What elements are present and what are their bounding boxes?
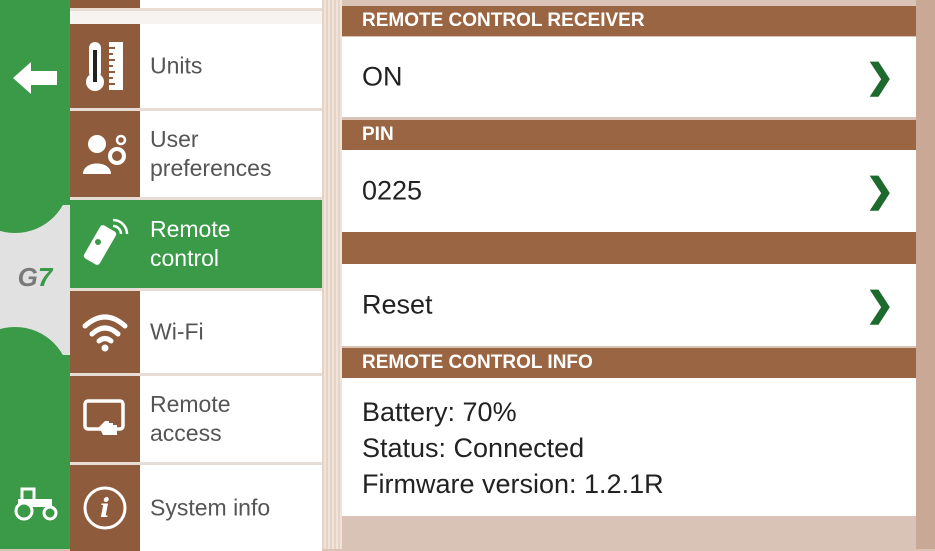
menu-label: Wi-Fi — [150, 318, 204, 345]
g7-logo: G7 — [6, 262, 64, 292]
menu-item-partial[interactable] — [70, 0, 322, 11]
chevron-right-icon: ❯ — [865, 58, 895, 96]
section-header-receiver: REMOTE CONTROL RECEIVER — [342, 6, 916, 36]
menu-icon-box — [70, 200, 140, 288]
menu-item-user-preferences[interactable]: User preferences — [70, 111, 322, 200]
thermometer-ruler-icon — [86, 42, 123, 91]
menu-icon-box — [70, 291, 140, 373]
logo-digit: 7 — [37, 262, 53, 292]
menu-label: User preferences — [150, 126, 272, 181]
back-button[interactable] — [6, 60, 64, 104]
reset-row[interactable]: Reset ❯ — [342, 264, 916, 346]
reset-label: Reset — [362, 289, 433, 320]
menu-item-wifi[interactable]: Wi-Fi — [70, 291, 322, 376]
menu-item-remote-control[interactable]: Remote control — [70, 200, 349, 291]
menu-item-system-info[interactable]: i System info — [70, 465, 322, 551]
remote-control-icon — [83, 218, 129, 265]
section-header-empty — [342, 232, 916, 264]
receiver-row[interactable]: ON ❯ — [342, 37, 916, 117]
chevron-right-icon: ❯ — [865, 286, 895, 324]
menu-icon-box — [70, 111, 140, 197]
menu-icon-box — [70, 24, 140, 108]
section-header-info: REMOTE CONTROL INFO — [342, 348, 916, 378]
menu-icon-box — [70, 0, 140, 8]
tablet-touch-icon — [83, 399, 125, 435]
menu-icon-box: i — [70, 465, 140, 551]
back-arrow-icon — [13, 62, 57, 94]
info-block: Battery: 70% Status: Connected Firmware … — [342, 378, 916, 516]
tractor-button[interactable] — [12, 485, 60, 521]
remote-control-panel: REMOTE CONTROL RECEIVER ON ❯ PIN 0225 ❯ … — [342, 0, 916, 549]
battery-text: Battery: 70% — [362, 397, 517, 427]
status-text: Status: Connected — [362, 433, 585, 463]
right-scroll-strip — [916, 0, 935, 549]
receiver-value: ON — [362, 61, 403, 92]
firmware-text: Firmware version: 1.2.1R — [362, 469, 664, 499]
chevron-right-icon: ❯ — [865, 172, 895, 210]
pin-value: 0225 — [362, 175, 423, 206]
menu-label: Remote access — [150, 391, 231, 446]
settings-menu: Units User preferences Remote control Wi… — [70, 0, 349, 551]
info-icon: i — [83, 486, 127, 530]
svg-text:i: i — [100, 494, 110, 524]
menu-label: Remote control — [150, 216, 231, 271]
menu-item-units[interactable]: Units — [70, 24, 322, 111]
pin-row[interactable]: 0225 ❯ — [342, 150, 916, 232]
menu-scroll-divider — [322, 0, 342, 549]
section-header-pin: PIN — [342, 120, 916, 150]
side-rail: G7 — [0, 0, 70, 549]
user-gear-icon — [83, 134, 127, 174]
menu-icon-box — [70, 376, 140, 462]
menu-label: System info — [150, 494, 271, 521]
wifi-icon — [82, 314, 128, 352]
tractor-icon — [14, 487, 58, 521]
menu-label: Units — [150, 52, 203, 79]
logo-letter: G — [17, 262, 38, 292]
menu-item-remote-access[interactable]: Remote access — [70, 376, 322, 465]
